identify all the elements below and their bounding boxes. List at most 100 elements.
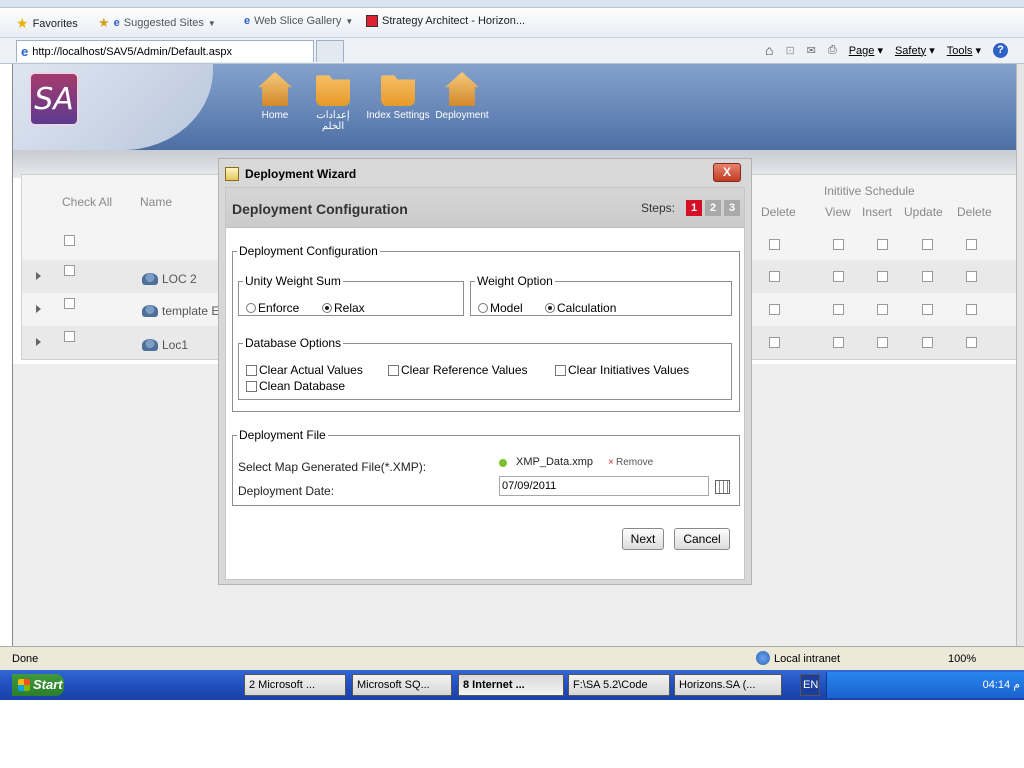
deployment-wizard-dialog: Deployment Wizard X Deployment Configura… — [218, 158, 752, 585]
file-name: XMP_Data.xmp — [516, 456, 594, 468]
enforce-radio[interactable]: Enforce — [246, 301, 299, 315]
wizard-header: Deployment Configuration Steps: 1 2 3 — [226, 188, 744, 228]
table-checkbox[interactable] — [877, 337, 888, 348]
expand-arrow-icon[interactable] — [36, 305, 41, 313]
table-checkbox[interactable] — [877, 304, 888, 315]
taskbar-item-folder[interactable]: F:\SA 5.2\Code — [568, 674, 670, 696]
web-slice-gallery-link[interactable]: e Web Slice Gallery ▼ — [244, 15, 353, 27]
step-2[interactable]: 2 — [705, 200, 721, 216]
check-all-header[interactable]: Check All — [62, 195, 112, 209]
home-icon — [258, 72, 292, 106]
clear-initiatives-values-checkbox[interactable]: Clear Initiatives Values — [555, 363, 689, 377]
window-top-strip — [0, 0, 1024, 8]
initiative-schedule-header: Inititive Schedule — [824, 184, 915, 198]
table-checkbox[interactable] — [877, 239, 888, 250]
taskbar-item-outlook[interactable]: 2 Microsoft ... — [244, 674, 346, 696]
sa-favicon-icon — [366, 15, 378, 27]
favorites-button[interactable]: ★ Favorites — [16, 15, 78, 32]
table-checkbox[interactable] — [922, 271, 933, 282]
table-checkbox[interactable] — [922, 337, 933, 348]
zoom-level[interactable]: 100% — [948, 653, 976, 665]
clear-reference-values-checkbox[interactable]: Clear Reference Values — [388, 363, 528, 377]
close-button[interactable]: X — [713, 163, 741, 182]
clear-actual-values-checkbox[interactable]: Clear Actual Values — [246, 363, 363, 377]
table-checkbox[interactable] — [966, 271, 977, 282]
expand-arrow-icon[interactable] — [36, 338, 41, 346]
col-delete: Delete — [957, 205, 992, 219]
command-bar: ⌂ ⊡ ✉ ⎙ Page ▾ Safety ▾ Tools ▾ ? — [765, 42, 1008, 58]
deployment-date-input[interactable] — [499, 476, 709, 496]
nav-home[interactable]: Home — [253, 72, 297, 121]
safety-menu[interactable]: Safety ▾ — [895, 44, 935, 57]
relax-radio[interactable]: Relax — [322, 301, 365, 315]
ie-page-icon: e — [244, 15, 251, 27]
calculation-radio[interactable]: Calculation — [545, 301, 616, 315]
wizard-steps: Steps: 1 2 3 — [641, 200, 740, 216]
deployment-icon — [445, 72, 479, 106]
clean-database-checkbox[interactable]: Clean Database — [246, 379, 345, 393]
table-checkbox[interactable] — [922, 239, 933, 250]
table-checkbox[interactable] — [769, 239, 780, 250]
clock: 04:14 م — [982, 679, 1020, 691]
table-checkbox[interactable] — [769, 271, 780, 282]
page-menu[interactable]: Page ▾ — [849, 44, 883, 57]
home-icon[interactable]: ⌂ — [765, 42, 773, 58]
language-indicator[interactable]: EN — [800, 674, 820, 696]
table-checkbox[interactable] — [833, 337, 844, 348]
new-tab-button[interactable] — [316, 40, 344, 62]
check-all-checkbox[interactable] — [64, 235, 75, 246]
table-checkbox[interactable] — [833, 304, 844, 315]
cancel-button[interactable]: Cancel — [674, 528, 730, 550]
table-checkbox[interactable] — [966, 337, 977, 348]
model-radio[interactable]: Model — [478, 301, 523, 315]
col-update: Update — [904, 205, 943, 219]
table-checkbox[interactable] — [64, 265, 75, 276]
taskbar-item-sql[interactable]: Microsoft SQ... — [352, 674, 452, 696]
expand-arrow-icon[interactable] — [36, 272, 41, 280]
col-insert: Insert — [862, 205, 893, 219]
suggested-sites-link[interactable]: ★ e Suggested Sites ▼ — [98, 15, 216, 31]
nav-arabic-settings[interactable]: إعدادات الخلم — [307, 72, 359, 132]
start-button[interactable]: Start — [12, 674, 64, 696]
ie-page-icon: e — [21, 44, 29, 59]
table-checkbox[interactable] — [833, 271, 844, 282]
table-checkbox[interactable] — [769, 304, 780, 315]
taskbar-item-horizons[interactable]: Horizons.SA (... — [674, 674, 782, 696]
mail-icon[interactable]: ✉ — [807, 44, 816, 57]
feeds-icon[interactable]: ⊡ — [785, 44, 794, 57]
intranet-icon — [756, 651, 770, 665]
zone-text: Local intranet — [774, 653, 841, 665]
table-checkbox[interactable] — [966, 239, 977, 250]
scale-icon — [142, 339, 158, 351]
print-icon[interactable]: ⎙ — [828, 44, 837, 57]
ie-page-icon: e — [113, 17, 120, 29]
remove-link[interactable]: Remove — [616, 457, 653, 468]
vertical-scrollbar[interactable] — [1016, 64, 1024, 646]
table-checkbox[interactable] — [64, 298, 75, 309]
calendar-icon[interactable] — [715, 480, 730, 494]
windows-flag-icon — [18, 679, 30, 691]
table-checkbox[interactable] — [966, 304, 977, 315]
next-button[interactable]: Next — [622, 528, 664, 550]
table-checkbox[interactable] — [64, 331, 75, 342]
taskbar-item-internet[interactable]: 8 Internet ... — [458, 674, 564, 696]
active-tab[interactable]: e http://localhost/SAV5/Admin/Default.as… — [16, 40, 314, 62]
name-header: Name — [140, 195, 173, 209]
col-view: View — [825, 205, 851, 219]
remove-icon[interactable]: × — [608, 457, 614, 468]
table-checkbox[interactable] — [833, 239, 844, 250]
nav-index-settings[interactable]: Index Settings — [363, 72, 433, 121]
table-checkbox[interactable] — [922, 304, 933, 315]
table-checkbox[interactable] — [769, 337, 780, 348]
nav-deployment[interactable]: Deployment — [433, 72, 491, 121]
step-3[interactable]: 3 — [724, 200, 740, 216]
tools-menu[interactable]: Tools ▾ — [947, 44, 981, 57]
status-bar: Done Local intranet 100% — [0, 646, 1024, 670]
help-icon[interactable]: ? — [993, 42, 1008, 58]
strategy-architect-link[interactable]: Strategy Architect - Horizon... — [366, 15, 525, 27]
delete-header: Delete — [761, 205, 796, 219]
chevron-down-icon: ▼ — [207, 18, 216, 28]
step-1[interactable]: 1 — [686, 200, 702, 216]
settings-folder-icon — [316, 75, 350, 106]
table-checkbox[interactable] — [877, 271, 888, 282]
